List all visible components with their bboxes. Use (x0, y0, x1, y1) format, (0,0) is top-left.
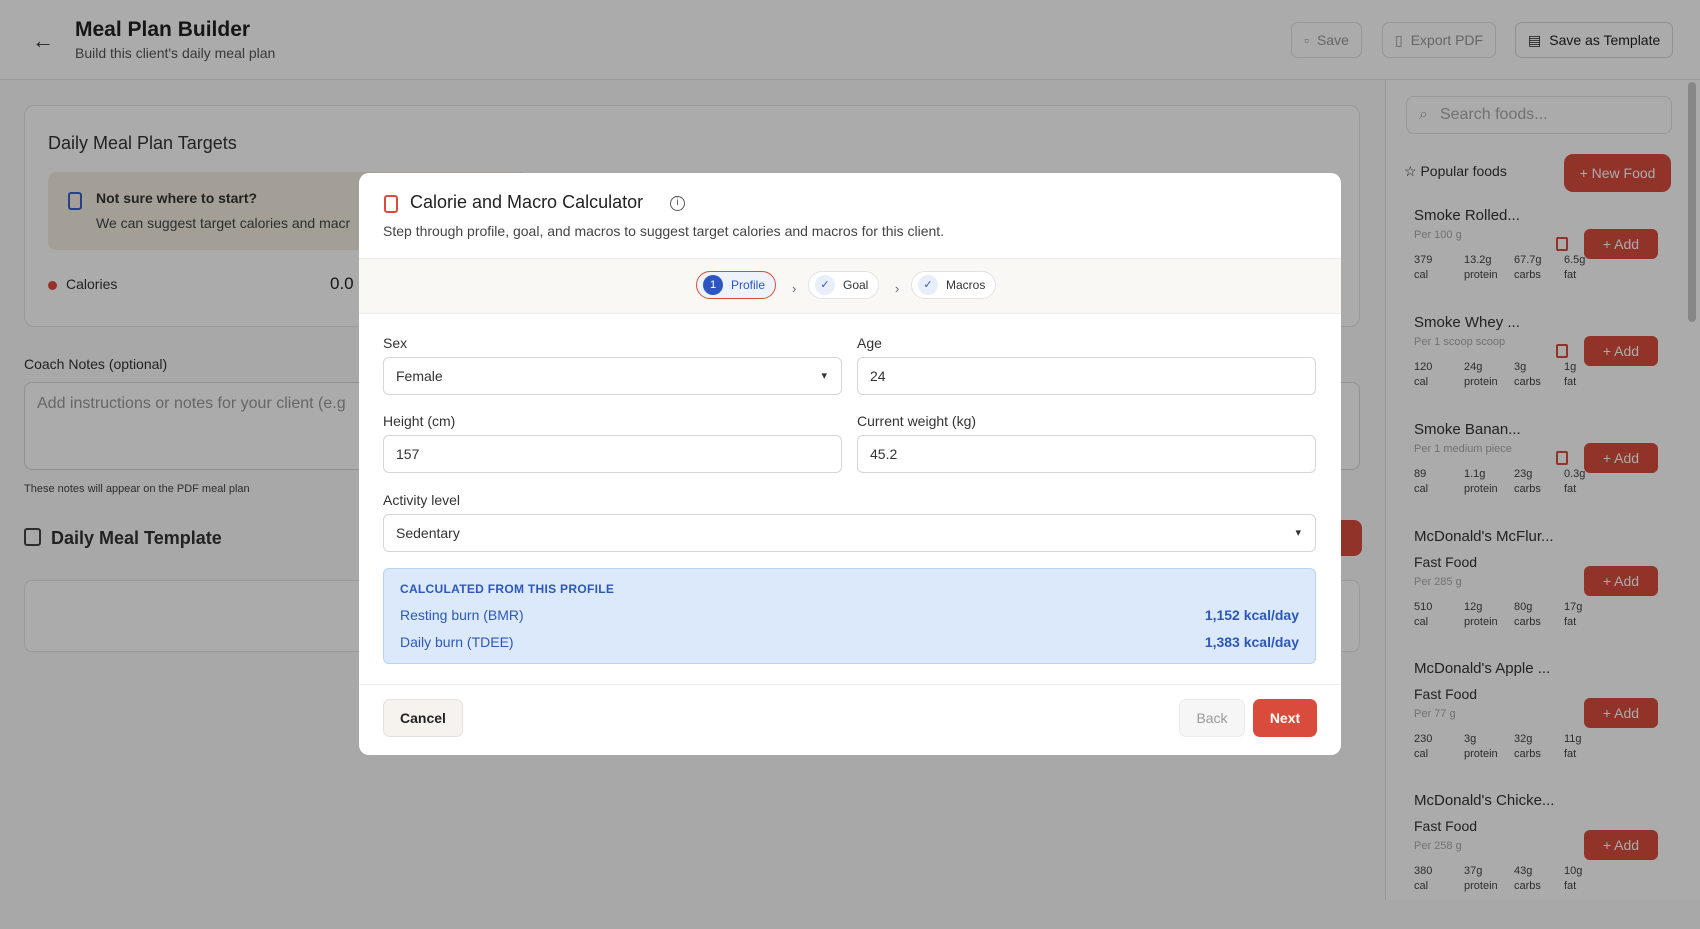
age-input[interactable]: 24 (857, 357, 1316, 395)
check-icon: ✓ (815, 275, 835, 295)
height-value: 157 (396, 446, 420, 462)
age-label: Age (857, 335, 882, 351)
modal-title: Calorie and Macro Calculator (410, 192, 644, 212)
modal-footer: Cancel Back Next (359, 684, 1341, 755)
chevron-down-icon: ▾ (1295, 527, 1301, 539)
bmr-value: 1,152 kcal/day (1204, 607, 1299, 623)
activity-level-label: Activity level (383, 492, 461, 508)
height-input[interactable]: 157 (383, 435, 842, 473)
weight-value: 45.2 (870, 446, 898, 462)
chevron-down-icon: ▾ (821, 370, 827, 382)
tdee-label: Daily burn (TDEE) (400, 634, 514, 650)
sex-value: Female (396, 368, 443, 384)
calorie-calculator-modal: Calorie and Macro Calculator i Step thro… (359, 173, 1341, 755)
activity-level-value: Sedentary (396, 525, 460, 541)
step-number: 1 (703, 275, 723, 295)
check-icon: ✓ (918, 275, 938, 295)
age-value: 24 (870, 368, 886, 384)
weight-label: Current weight (kg) (857, 413, 977, 429)
modal-subtitle: Step through profile, goal, and macros t… (383, 223, 945, 239)
calculator-icon (384, 195, 398, 213)
step-profile-label: Profile (731, 278, 766, 292)
bmr-label: Resting burn (BMR) (400, 607, 524, 623)
step-macros[interactable]: ✓ Macros (911, 271, 997, 299)
calculated-heading: CALCULATED FROM THIS PROFILE (400, 582, 615, 596)
chevron-right-icon: › (792, 281, 797, 296)
calculated-results-box: CALCULATED FROM THIS PROFILE Resting bur… (383, 568, 1316, 664)
info-icon[interactable]: i (670, 196, 685, 211)
height-label: Height (cm) (383, 413, 456, 429)
back-button[interactable]: Back (1179, 699, 1245, 737)
next-button[interactable]: Next (1253, 699, 1317, 737)
step-goal[interactable]: ✓ Goal (808, 271, 880, 299)
sex-select[interactable]: Female ▾ (383, 357, 842, 395)
step-goal-label: Goal (843, 278, 869, 292)
chevron-right-icon: › (895, 281, 900, 296)
step-macros-label: Macros (946, 278, 986, 292)
tdee-value: 1,383 kcal/day (1204, 634, 1299, 650)
weight-input[interactable]: 45.2 (857, 435, 1316, 473)
sex-label: Sex (383, 335, 408, 351)
activity-level-select[interactable]: Sedentary ▾ (383, 514, 1316, 552)
stepper: 1 Profile › ✓ Goal › ✓ Macros (359, 258, 1341, 314)
step-profile[interactable]: 1 Profile (696, 271, 777, 299)
cancel-button[interactable]: Cancel (383, 699, 463, 737)
